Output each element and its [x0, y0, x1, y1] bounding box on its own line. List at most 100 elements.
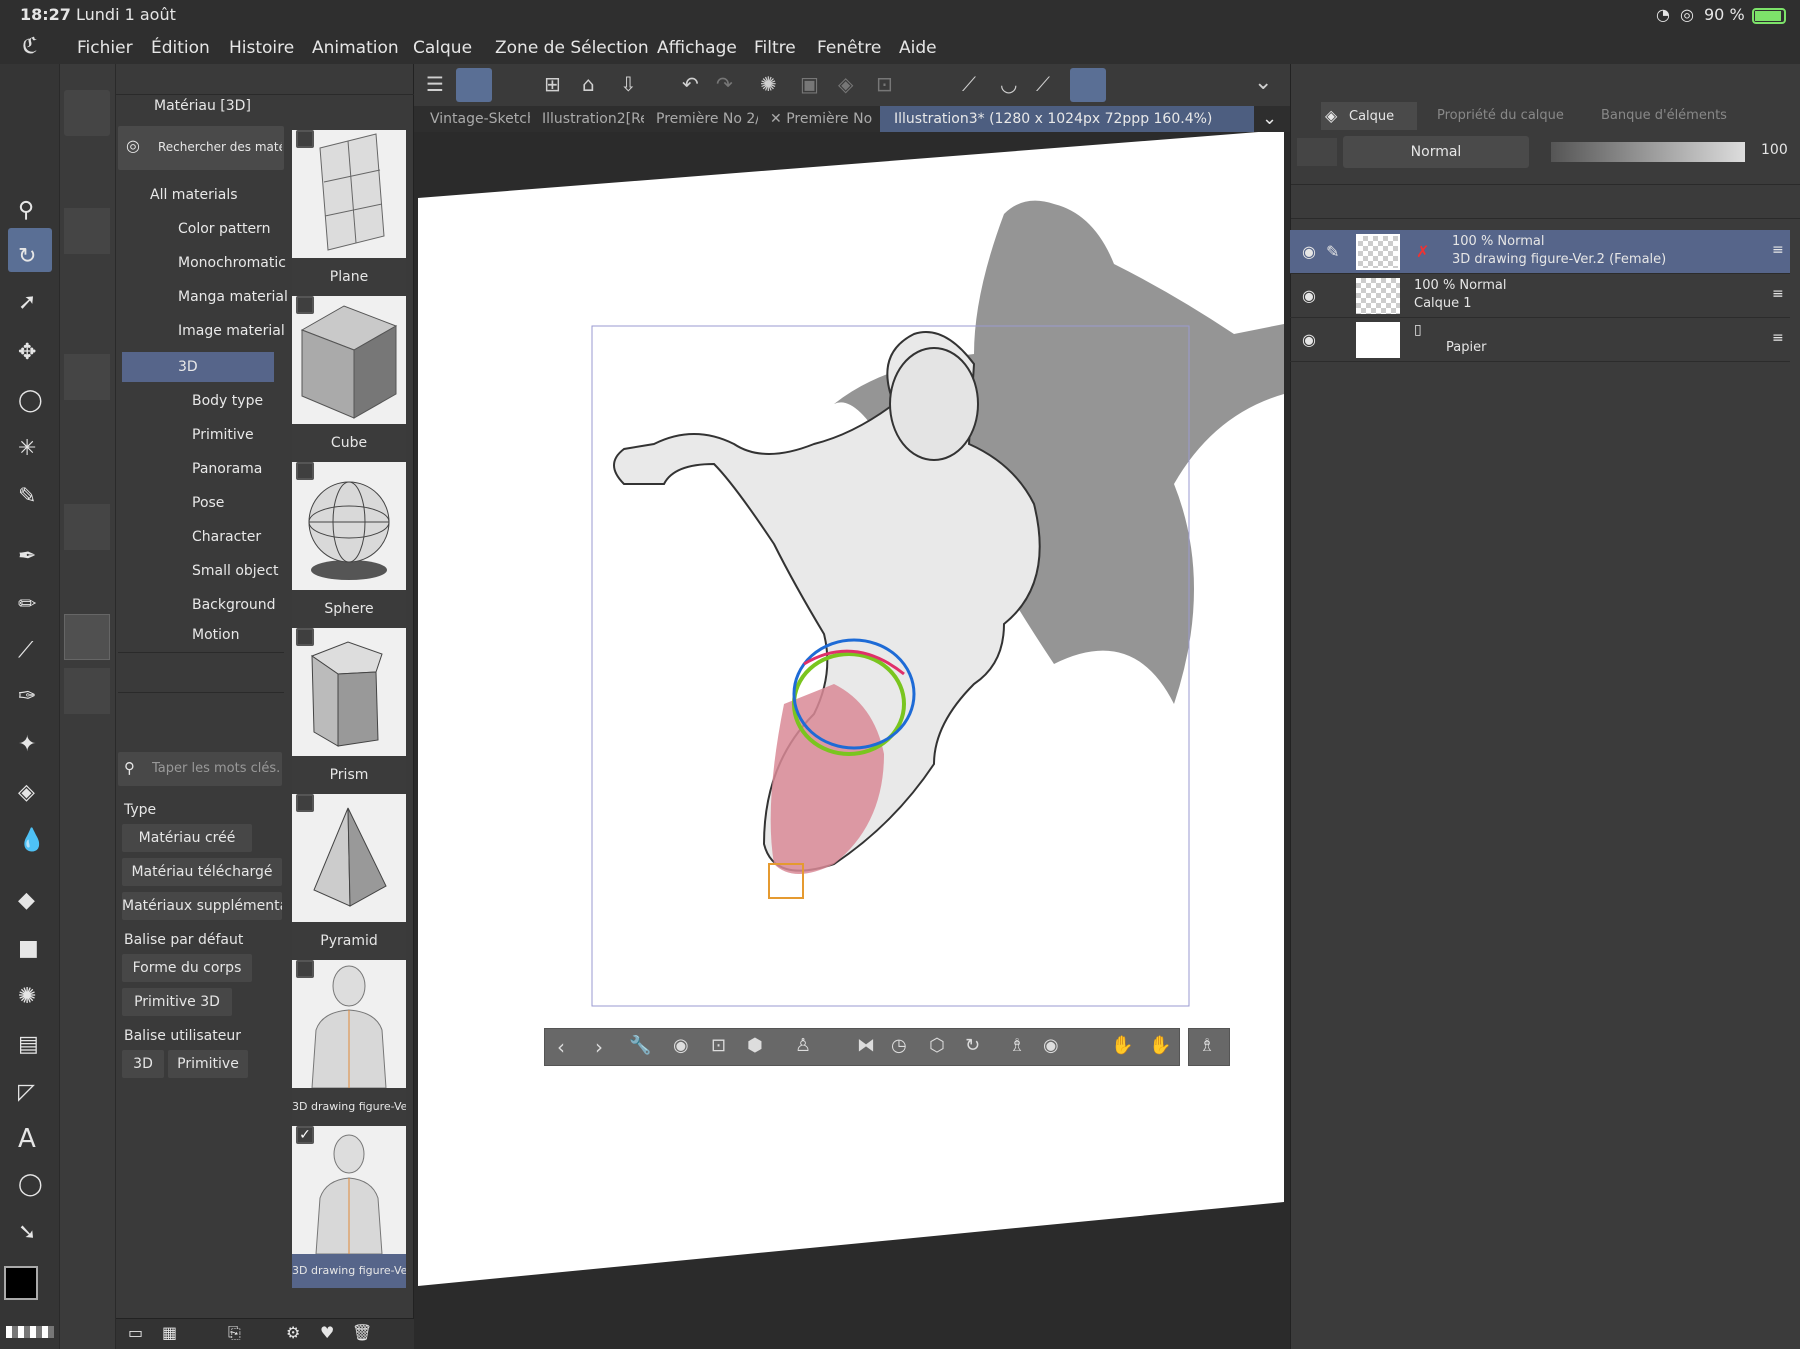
decoration-icon[interactable]: ✦ [18, 732, 36, 757]
eye-icon[interactable]: ◉ [1302, 330, 1316, 349]
tree-manga-material[interactable]: Manga material [178, 282, 288, 312]
tree-background[interactable]: Background [192, 590, 276, 620]
search-materials-button[interactable]: ◎ Rechercher des matériaux [118, 126, 284, 170]
paste-icon[interactable]: ⎘ [228, 1323, 241, 1343]
tree-primitive[interactable]: Primitive [192, 420, 254, 450]
camera-icon[interactable]: ◉ [673, 1035, 689, 1056]
keyword-search-field[interactable]: ⚲ Taper les mots clés... [118, 752, 282, 786]
snap-special-icon[interactable]: ◡ [1000, 72, 1017, 96]
correct-line-icon[interactable]: ➘ [18, 1220, 36, 1245]
thumb-figure-male[interactable] [292, 960, 406, 1089]
trash-icon[interactable]: 🗑 [352, 1323, 372, 1342]
redo-icon[interactable]: ↷ [716, 72, 733, 96]
tab-assets[interactable]: Banque d'éléments [1601, 108, 1791, 123]
menu-animation[interactable]: Animation [312, 38, 399, 58]
tree-3d[interactable]: 3D [178, 352, 198, 382]
chevron-down-icon[interactable]: ⌄ [1254, 70, 1272, 95]
thumb-checkbox[interactable] [296, 960, 314, 978]
subtool-slot[interactable] [64, 504, 110, 550]
figure-icon[interactable]: ✺ [18, 984, 36, 1009]
app-logo-icon[interactable]: ℭ [22, 34, 37, 59]
brush-icon[interactable]: ⟋ [18, 638, 33, 663]
transform-icon[interactable]: ⊡ [876, 72, 893, 96]
menu-edition[interactable]: Édition [151, 38, 210, 58]
menu-selection[interactable]: Zone de Sélection [495, 38, 649, 58]
subtool-slot[interactable] [64, 668, 110, 714]
balloon-icon[interactable]: ◯ [18, 1172, 43, 1197]
reset-icon[interactable]: ◷ [891, 1035, 907, 1056]
device-settings-button[interactable] [1070, 68, 1106, 102]
tree-body-type[interactable]: Body type [192, 386, 263, 416]
tree-monochromatic[interactable]: Monochromatic [178, 248, 286, 278]
eraser-icon[interactable]: ◈ [18, 780, 35, 805]
undo-icon[interactable]: ↶ [682, 72, 699, 96]
tag-additional[interactable]: Matériaux supplémentaires [122, 892, 282, 920]
tab-illustration3-active[interactable]: Illustration3* (1280 x 1024px 72ppp 160.… [880, 106, 1254, 132]
layer-row-3d[interactable]: ◉ ✎ ✗ 100 % Normal 3D drawing figure-Ver… [1290, 230, 1790, 274]
flip-icon[interactable]: ⧓ [857, 1035, 875, 1056]
hand-icon[interactable]: ✋ [1111, 1035, 1133, 1056]
subtool-slot[interactable] [64, 208, 110, 254]
tab-layer-property[interactable]: Propriété du calque [1437, 108, 1564, 123]
tree-pose[interactable]: Pose [192, 488, 224, 518]
blend-mode-select[interactable]: Normal [1343, 136, 1529, 168]
tag-primitive-3d[interactable]: Primitive 3D [122, 988, 232, 1016]
snapshot-icon[interactable]: ◉ [1043, 1035, 1059, 1056]
hamburger-icon[interactable]: ☰ [426, 72, 444, 96]
rotate-icon[interactable]: ↻ [18, 244, 36, 269]
tag-body-form[interactable]: Forme du corps [122, 954, 252, 982]
blend-icon[interactable]: 💧 [18, 828, 45, 853]
frame-icon[interactable]: ▤ [18, 1032, 39, 1057]
tree-color-pattern[interactable]: Color pattern [178, 214, 270, 244]
tab-premiere-2[interactable]: Première No 2/4 [646, 106, 758, 132]
tab-illustration2[interactable]: Illustration2[Res [532, 106, 644, 132]
move-icon[interactable]: ✥ [18, 340, 36, 365]
thumb-figure-female[interactable] [292, 1126, 406, 1255]
tag-downloaded[interactable]: Matériau téléchargé [122, 858, 282, 886]
save-icon[interactable]: ⇩ [620, 72, 637, 96]
opacity-slider[interactable] [1551, 142, 1745, 162]
magic-wand-icon[interactable]: ✳ [18, 436, 36, 461]
drag-handle-icon[interactable]: ≡ [1772, 330, 1784, 346]
tab-vintage[interactable]: Vintage-Sketch [414, 106, 530, 132]
tree-image-material[interactable]: Image material [178, 316, 285, 346]
ground-icon[interactable]: ⬢ [747, 1035, 763, 1056]
zoom-icon[interactable]: ⚲ [18, 198, 34, 223]
menu-fichier[interactable]: Fichier [77, 38, 133, 58]
tag-created[interactable]: Matériau créé [122, 824, 252, 852]
next-icon[interactable]: › [595, 1035, 603, 1059]
menu-fenetre[interactable]: Fenêtre [817, 38, 881, 58]
object-icon[interactable]: ➚ [18, 290, 36, 315]
prev-icon[interactable]: ‹ [557, 1035, 565, 1059]
menu-aide[interactable]: Aide [899, 38, 937, 58]
thumb-prism[interactable] [292, 628, 406, 756]
snap-ruler-icon[interactable]: ⟋ [962, 72, 976, 96]
thumb-plane[interactable] [292, 130, 406, 258]
pose-icon[interactable]: ♙ [795, 1035, 811, 1056]
subtool-slot-active[interactable] [64, 614, 110, 660]
airbrush-icon[interactable]: ✑ [18, 684, 36, 709]
gradient-icon[interactable]: ■ [18, 936, 39, 961]
thumb-checkbox-checked[interactable]: ✓ [296, 1126, 314, 1144]
tree-panorama[interactable]: Panorama [192, 454, 262, 484]
thumb-sphere[interactable] [292, 462, 406, 590]
tool-options-button[interactable] [456, 68, 492, 102]
grid-view-icon[interactable]: ▦ [162, 1323, 177, 1342]
tag-3d[interactable]: 3D [122, 1050, 164, 1078]
subtool-slot[interactable] [64, 90, 110, 136]
ruler-icon[interactable]: ◸ [18, 1080, 35, 1105]
drag-handle-icon[interactable]: ≡ [1772, 286, 1784, 302]
wrench-icon[interactable]: 🔧 [629, 1035, 651, 1056]
thumb-checkbox[interactable] [296, 628, 314, 646]
text-icon[interactable]: A [18, 1124, 36, 1154]
tag-primitive[interactable]: Primitive [168, 1050, 248, 1078]
snap-grid-icon[interactable]: ⟋ [1036, 72, 1050, 96]
eye-icon[interactable]: ◉ [1302, 242, 1316, 261]
clear-icon[interactable]: ▣ [800, 72, 819, 96]
fill-icon[interactable]: ◆ [18, 888, 35, 913]
drag-handle-icon[interactable]: ≡ [1772, 242, 1784, 258]
thumb-checkbox[interactable] [296, 130, 314, 148]
list-view-icon[interactable]: ▭ [128, 1323, 143, 1342]
eyedropper-icon[interactable]: ✎ [18, 484, 36, 509]
layer-row-calque1[interactable]: ◉ 100 % Normal Calque 1 ≡ [1290, 274, 1790, 318]
